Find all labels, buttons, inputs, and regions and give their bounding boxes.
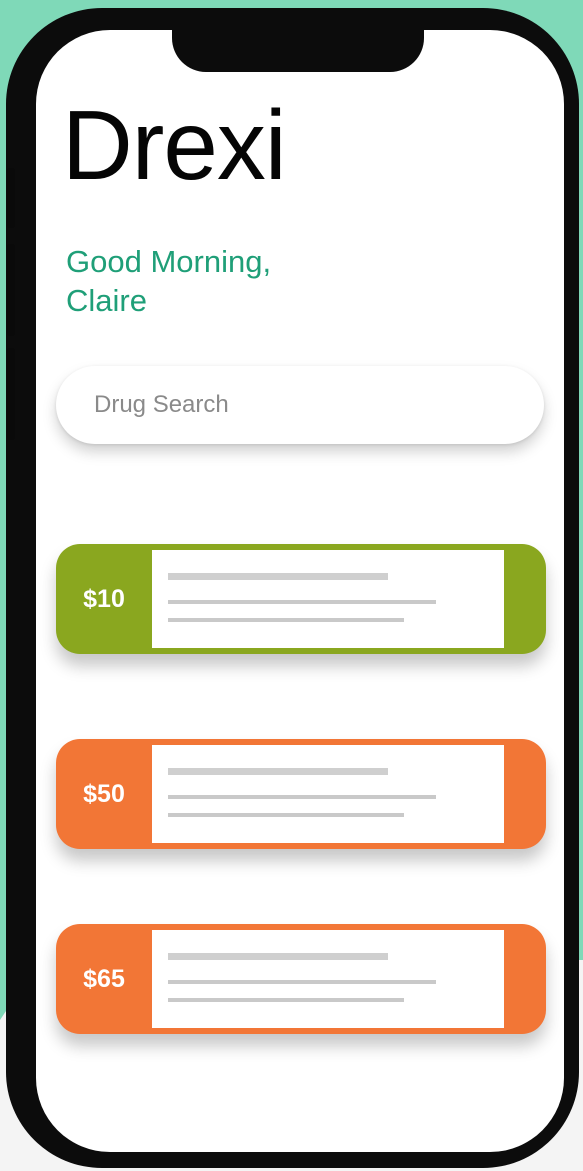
price-label: $65 (83, 964, 125, 993)
price-card[interactable]: $65 (56, 924, 546, 1034)
volume-down-button (7, 348, 15, 440)
price-label: $50 (83, 779, 125, 808)
card-details-panel (152, 550, 504, 648)
mute-switch (7, 168, 15, 228)
drug-search-input[interactable] (56, 366, 544, 444)
notch (172, 30, 424, 72)
greeting: Good Morning, Claire (66, 242, 366, 320)
placeholder-line (168, 618, 404, 622)
price-card[interactable]: $10 (56, 544, 546, 654)
app-screen: Drexi Good Morning, Claire $10 $50 $65 (36, 30, 564, 1152)
app-title: Drexi (62, 90, 287, 200)
greeting-user-name: Claire (66, 283, 147, 318)
card-details-panel (152, 745, 504, 843)
price-card[interactable]: $50 (56, 739, 546, 849)
placeholder-line (168, 573, 388, 580)
card-details-panel (152, 930, 504, 1028)
phone-frame: Drexi Good Morning, Claire $10 $50 $65 (6, 8, 579, 1168)
volume-up-button (7, 244, 15, 336)
placeholder-line (168, 768, 388, 775)
placeholder-line (168, 795, 436, 799)
placeholder-line (168, 998, 404, 1002)
placeholder-line (168, 980, 436, 984)
greeting-line-1: Good Morning, (66, 244, 272, 279)
placeholder-line (168, 953, 388, 960)
price-label: $10 (83, 584, 125, 613)
placeholder-line (168, 600, 436, 604)
placeholder-line (168, 813, 404, 817)
